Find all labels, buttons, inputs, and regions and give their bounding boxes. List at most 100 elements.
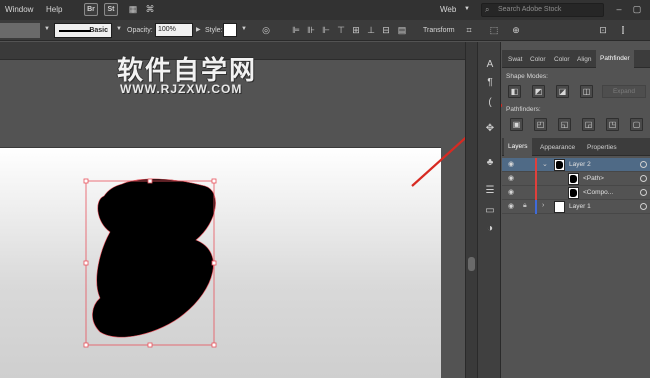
intersect-button[interactable]: ◪ — [556, 85, 569, 98]
style-label: Style: — [205, 27, 223, 34]
minus-back-button[interactable]: ▢ — [630, 118, 643, 131]
crop-button[interactable]: ◲ — [582, 118, 595, 131]
layers-panel-tabs: Layers Appearance Properties — [502, 138, 650, 156]
fill-stroke-selector[interactable] — [0, 23, 40, 38]
layer-color-bar — [535, 158, 537, 172]
align-to-icon[interactable]: ▤ — [396, 24, 408, 36]
tab-appearance[interactable]: Appearance — [540, 144, 575, 151]
layer-name: Layer 1 — [569, 203, 591, 210]
search-icon: ⌕ — [485, 5, 490, 14]
visibility-eye-icon[interactable]: ◉ — [508, 188, 514, 196]
restore-icon[interactable]: ▢ — [630, 3, 644, 16]
menu-window[interactable]: Window — [5, 5, 33, 14]
bridge-button[interactable]: Br — [84, 3, 98, 16]
transform-button[interactable]: Transform — [423, 27, 455, 34]
tab-properties[interactable]: Properties — [587, 144, 617, 151]
tab-align[interactable]: Align — [577, 56, 591, 63]
visibility-eye-icon[interactable]: ◉ — [508, 160, 514, 168]
layer-row-layer-1[interactable]: ◉ 🔒︎ › Layer 1 — [502, 200, 650, 214]
layer-row-compound-path[interactable]: ◉ <Compo... — [502, 186, 650, 200]
minimize-icon[interactable]: – — [612, 3, 626, 16]
right-panel-dock: Swat Color Color Align Pathfinder Shape … — [502, 42, 650, 378]
chevron-down-icon[interactable]: ▼ — [116, 26, 122, 32]
brushes-panel-icon[interactable]: ✥ — [483, 122, 497, 136]
tab-swatches[interactable]: Swat — [508, 56, 522, 63]
align-top-icon[interactable]: ⊤ — [335, 24, 347, 36]
arrange-documents-icon[interactable]: ▦ — [126, 3, 140, 16]
panel-menu-icon[interactable]: ⊡ — [597, 24, 609, 36]
expand-button[interactable]: Expand — [602, 85, 646, 98]
distribute-icon[interactable]: ⊟ — [380, 24, 392, 36]
opacity-label: Opacity: — [127, 27, 153, 34]
chevron-right-icon[interactable]: ▶ — [196, 26, 201, 33]
graphic-style-swatch[interactable] — [223, 23, 237, 37]
target-circle-icon[interactable] — [640, 175, 647, 182]
trim-button[interactable]: ◰ — [534, 118, 547, 131]
align-vcenter-icon[interactable]: ⊞ — [350, 24, 362, 36]
reference-point-icon[interactable]: ⬚ — [488, 24, 500, 36]
divide-button[interactable]: ▣ — [510, 118, 523, 131]
layer-name: <Compo... — [583, 189, 614, 196]
illustrator-window: Window Help Br St ▦ ⌘ Web ▼ ⌕ Search Ado… — [0, 0, 650, 378]
pathfinder-shortcut-icon[interactable]: ⊕ — [510, 24, 522, 36]
transparency-panel-icon[interactable]: ◑ — [483, 222, 497, 236]
scrollbar-thumb[interactable] — [468, 257, 475, 271]
tab-layers[interactable]: Layers — [504, 138, 532, 156]
watermark-url: WWW.RJZXW.COM — [120, 82, 243, 96]
target-circle-icon[interactable] — [640, 161, 647, 168]
chevron-right-icon[interactable]: › — [542, 202, 544, 209]
stroke-panel-icon[interactable]: ☰ — [483, 184, 497, 198]
layer-color-bar — [535, 200, 537, 214]
gradient-panel-icon[interactable]: ▭ — [483, 204, 497, 218]
layer-thumbnail — [554, 201, 565, 213]
stock-button[interactable]: St — [104, 3, 118, 16]
arrange-panels-icon[interactable]: ⫿ — [617, 24, 629, 36]
layer-name: <Path> — [583, 175, 604, 182]
target-circle-icon[interactable] — [640, 189, 647, 196]
visibility-eye-icon[interactable]: ◉ — [508, 202, 514, 210]
layer-row-layer-2[interactable]: ◉ ⌄ Layer 2 — [502, 158, 650, 172]
outline-button[interactable]: ◳ — [606, 118, 619, 131]
layer-name: Layer 2 — [569, 161, 591, 168]
stroke-profile-select[interactable]: Basic — [54, 23, 112, 38]
align-bottom-icon[interactable]: ⊥ — [365, 24, 377, 36]
chevron-down-icon[interactable]: ▼ — [241, 26, 247, 32]
align-hcenter-icon[interactable]: ⊪ — [305, 24, 317, 36]
recolor-artwork-icon[interactable]: ◎ — [260, 24, 272, 36]
chevron-down-icon[interactable]: ⌄ — [542, 160, 548, 168]
search-stock-input[interactable]: ⌕ Search Adobe Stock — [481, 3, 604, 17]
menu-bar: Window Help Br St ▦ ⌘ Web ▼ ⌕ Search Ado… — [0, 0, 650, 20]
unite-button[interactable]: ◧ — [508, 85, 521, 98]
menu-help[interactable]: Help — [46, 5, 62, 14]
pathfinders-label: Pathfinders: — [506, 106, 541, 113]
tab-color-guide[interactable]: Color — [554, 56, 570, 63]
layer-row-path[interactable]: ◉ <Path> — [502, 172, 650, 186]
merge-button[interactable]: ◱ — [558, 118, 571, 131]
target-circle-icon[interactable] — [640, 203, 647, 210]
stroke-profile-label: Basic — [89, 27, 108, 34]
exclude-button[interactable]: ◫ — [580, 85, 593, 98]
control-bar: ▼ Basic ▼ Opacity: 100% ▶ Style: ▼ ◎ ⊫ ⊪… — [0, 20, 650, 41]
paragraph-panel-icon[interactable]: ¶ — [483, 76, 497, 90]
align-right-icon[interactable]: ⊩ — [320, 24, 332, 36]
layer-color-bar — [535, 172, 537, 186]
lock-icon[interactable]: 🔒︎ — [523, 202, 527, 210]
layer-color-bar — [535, 186, 537, 200]
minus-front-button[interactable]: ◩ — [532, 85, 545, 98]
layer-thumbnail — [568, 187, 579, 199]
symbols-panel-icon[interactable]: ♣ — [483, 156, 497, 170]
workspace-switcher[interactable]: Web — [440, 5, 456, 14]
visibility-eye-icon[interactable]: ◉ — [508, 174, 514, 182]
tab-color[interactable]: Color — [530, 56, 546, 63]
isolate-icon[interactable]: ⌗ — [463, 24, 475, 36]
tab-pathfinder[interactable]: Pathfinder — [596, 50, 634, 68]
shape-modes-label: Shape Modes: — [506, 73, 548, 80]
align-left-icon[interactable]: ⊫ — [290, 24, 302, 36]
artboard[interactable] — [0, 147, 441, 378]
chevron-down-icon[interactable]: ▼ — [44, 26, 50, 32]
gpu-performance-icon[interactable]: ⌘ — [143, 3, 157, 16]
opentype-panel-icon[interactable]: ( — [483, 96, 497, 110]
character-panel-icon[interactable]: A — [483, 58, 497, 72]
opacity-input[interactable]: 100% — [155, 23, 193, 37]
vertical-scrollbar[interactable] — [465, 42, 477, 378]
